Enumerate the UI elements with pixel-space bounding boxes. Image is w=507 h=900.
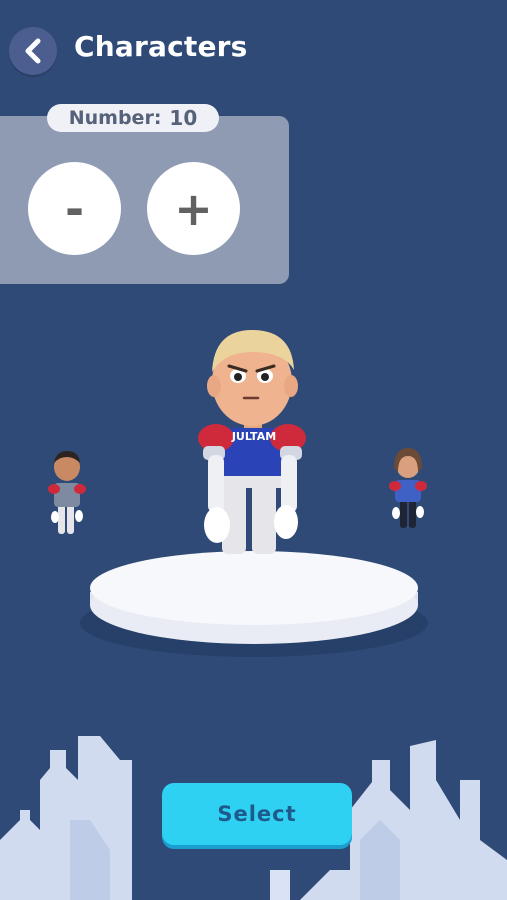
select-label: Select [217, 802, 297, 826]
increase-button[interactable]: + [147, 162, 240, 255]
number-value: 10 [169, 106, 198, 130]
decrease-button[interactable]: - [28, 162, 121, 255]
minus-label: - [64, 181, 85, 236]
selected-character: JULTAM [198, 330, 306, 554]
pedestal [80, 551, 428, 657]
page-title: Characters [74, 30, 248, 63]
chevron-left-icon [25, 38, 41, 64]
back-button[interactable] [9, 27, 57, 75]
character-scene: JULTAM [48, 330, 428, 657]
jersey-text: JULTAM [231, 430, 276, 443]
number-label: Number: [68, 107, 162, 129]
plus-label: + [174, 181, 213, 236]
select-button[interactable]: Select [162, 783, 352, 845]
number-display: Number: 10 [47, 104, 219, 132]
side-character-right [389, 448, 427, 528]
side-character-left [48, 451, 86, 534]
